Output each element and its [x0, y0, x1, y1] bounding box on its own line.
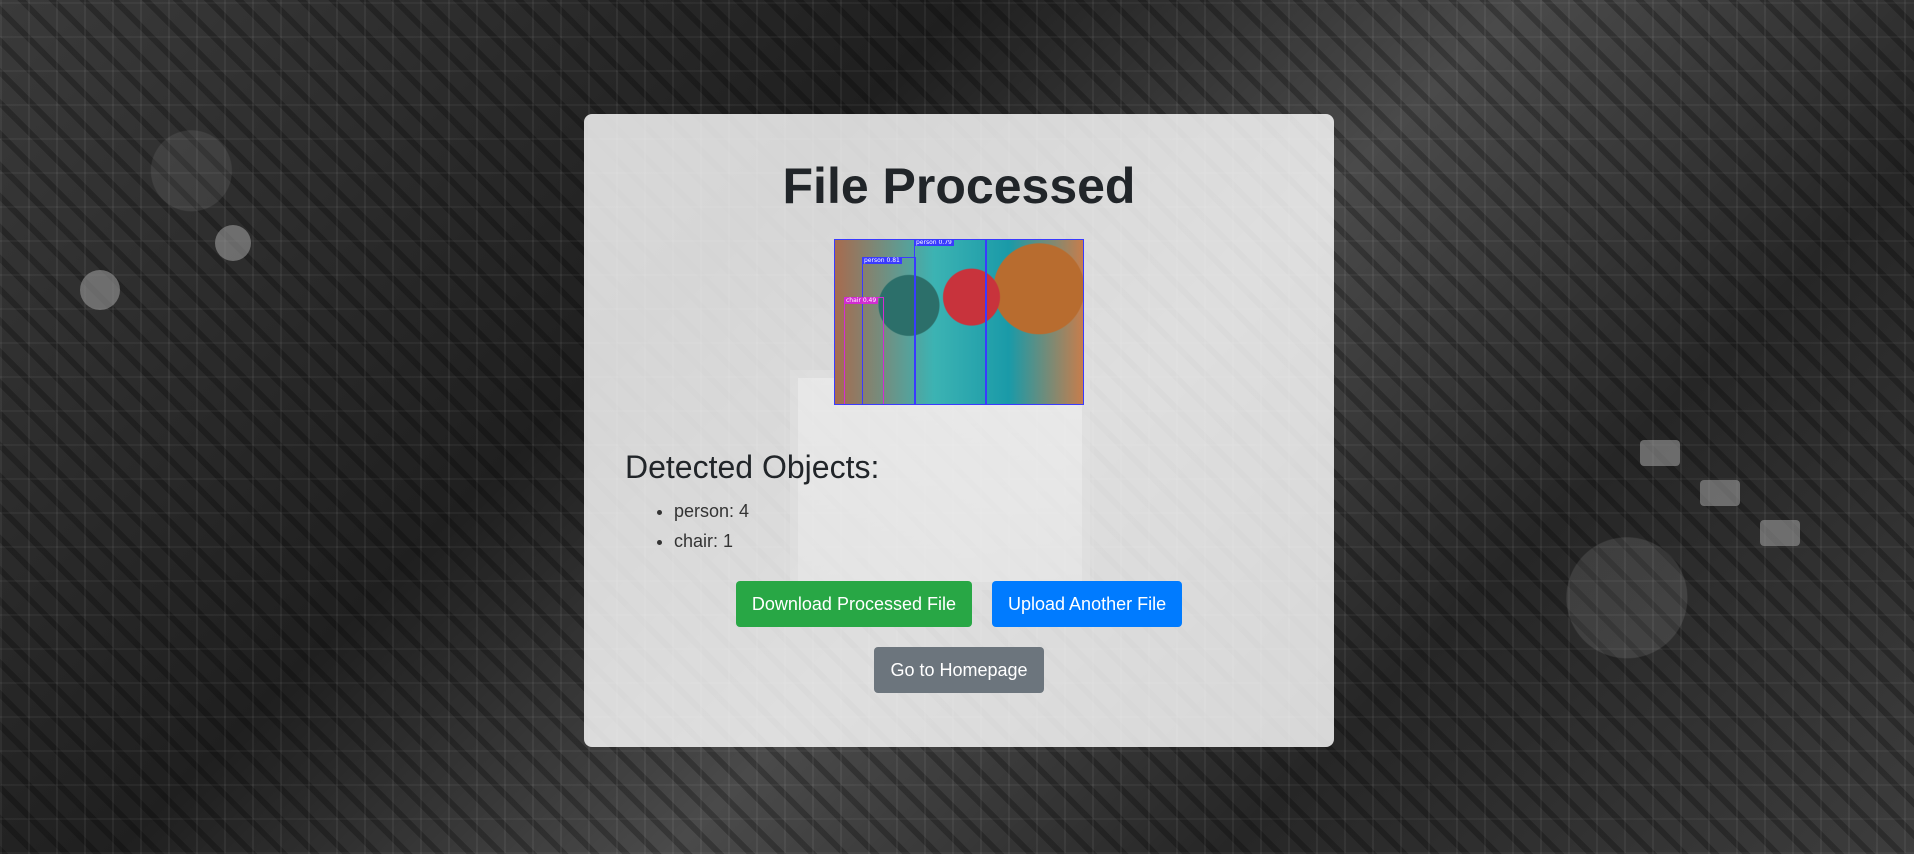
pad-graphic — [80, 270, 120, 310]
pad-graphic — [215, 225, 251, 261]
list-item: chair: 1 — [674, 526, 1334, 556]
pad-graphic — [1760, 520, 1800, 546]
go-to-homepage-button[interactable]: Go to Homepage — [874, 647, 1044, 693]
pad-graphic — [1700, 480, 1740, 506]
upload-another-file-button[interactable]: Upload Another File — [992, 581, 1183, 627]
detected-objects-heading: Detected Objects: — [625, 449, 880, 485]
download-processed-file-button[interactable]: Download Processed File — [735, 581, 972, 627]
processed-image: person 0.81 person 0.79 chair 0.49 — [834, 239, 1084, 405]
list-item: person: 4 — [674, 496, 1334, 526]
detection-box — [834, 239, 1084, 405]
action-buttons: Download Processed File Upload Another F… — [584, 581, 1334, 627]
detected-objects-list: person: 4 chair: 1 — [625, 496, 1334, 556]
page-title: File Processed — [782, 158, 1136, 214]
pad-graphic — [1640, 440, 1680, 466]
detected-objects-section: Detected Objects: person: 4 chair: 1 — [625, 447, 1334, 556]
result-card: File Processed person 0.81 person 0.79 c… — [584, 114, 1334, 747]
